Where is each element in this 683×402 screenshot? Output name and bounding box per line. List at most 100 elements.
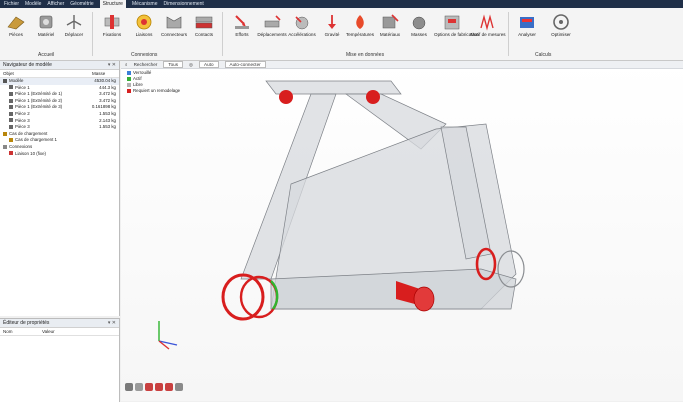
temperatures-label: Températures: [345, 32, 375, 37]
property-editor-header: Nom Valeur: [0, 328, 119, 336]
column-objet[interactable]: Objet: [0, 70, 89, 77]
connecteurs-label: Connecteurs: [160, 32, 188, 37]
view-cube-icon[interactable]: [175, 383, 183, 391]
tree-node-icon: [9, 118, 13, 123]
group-separator: [222, 12, 223, 56]
tree-node-icon: [3, 144, 7, 149]
deplacements-button[interactable]: Déplacements: [256, 8, 288, 37]
tree-row-label: Pièce 1: [15, 84, 30, 90]
menu-item-5[interactable]: Mécanisme: [132, 0, 158, 8]
ribbon: Pièces Matériel Déplacer Accueil Fixatio…: [0, 8, 683, 61]
model-browser-title-text: Navigateur de modèle: [3, 62, 52, 68]
liaisons-button[interactable]: Liaisons: [128, 8, 160, 37]
tree-row-mass: 3.472 kg: [99, 97, 116, 103]
tree-row-mass: 4530.04 kg: [94, 78, 116, 83]
materiaux-label: Matériaux: [379, 32, 401, 37]
tree-row[interactable]: Connexions: [0, 144, 119, 151]
group-accueil-label: Accueil: [38, 52, 55, 58]
liaisons-label: Liaisons: [135, 32, 153, 37]
tree-row-name: Connexions: [0, 144, 88, 151]
masses-button[interactable]: Masses: [403, 8, 435, 37]
tree-row[interactable]: Pièce 1 (Extrémité de 1) 3.472 kg: [0, 91, 119, 98]
section-icon[interactable]: [165, 383, 173, 391]
filter-dropdown[interactable]: Tous: [163, 61, 184, 68]
part-model[interactable]: [121, 69, 683, 401]
menu-item-1[interactable]: Modèle: [25, 0, 41, 8]
display-toggle-icon[interactable]: ◎: [189, 62, 193, 68]
temperature-icon: [350, 13, 370, 31]
tree-row[interactable]: Pièce 1 444.3 kg: [0, 85, 119, 92]
tree-row-mass: [88, 144, 119, 151]
zoom-fit-icon[interactable]: [155, 383, 163, 391]
group-calculs-label: Calculs: [535, 52, 552, 58]
tree-row[interactable]: Cas de chargement 1: [0, 137, 119, 144]
pan-icon[interactable]: [135, 383, 143, 391]
gravity-icon: [322, 13, 342, 31]
efforts-button[interactable]: Efforts: [226, 8, 258, 37]
tree-row-name: Cas de chargement: [0, 131, 88, 138]
tree-row-label: Pièce 1 (Extrémité de 2): [15, 97, 63, 103]
3d-viewport[interactable]: ⌕ Rechercher Tous ◎ Auto Auto-connecter …: [121, 61, 683, 401]
model-tree: Modèle 4530.04 kg Pièce 1 444.3 kg Pièce 1 (…: [0, 78, 119, 157]
panel-controls-icon[interactable]: ▾ ✕: [108, 319, 116, 327]
optimize-icon: [551, 13, 571, 31]
menu-item-4[interactable]: Structure: [99, 0, 126, 8]
materiaux-button[interactable]: Matériaux: [374, 8, 406, 37]
tree-node-icon: [9, 138, 13, 143]
rotate-icon[interactable]: [125, 383, 133, 391]
menu-item-0[interactable]: Fichier: [4, 0, 19, 8]
pieces-button[interactable]: Pièces: [0, 8, 32, 37]
masses-label: Masses: [411, 32, 427, 37]
manufacturing-icon: [442, 13, 462, 31]
fixations-button[interactable]: Fixations: [96, 8, 128, 37]
contacts-button[interactable]: Contacts: [188, 8, 220, 37]
tree-row[interactable]: Pièce 3 2.143 kg: [0, 118, 119, 125]
column-valeur[interactable]: Valeur: [39, 328, 55, 335]
deplacer-button[interactable]: Déplacer: [58, 8, 90, 37]
viewport-toolbar: ⌕ Rechercher Tous ◎ Auto Auto-connecter: [121, 61, 683, 69]
tree-row[interactable]: Pièce 1 (Extrémité de 3) 0.161898 kg: [0, 104, 119, 111]
tree-row-mass: 2.143 kg: [99, 117, 116, 123]
joint-icon: [134, 13, 154, 31]
tree-row[interactable]: Cas de chargement: [0, 131, 119, 138]
accelerations-button[interactable]: Accélérations: [286, 8, 318, 37]
connecteurs-button[interactable]: Connecteurs: [158, 8, 190, 37]
tree-row-name: Cas de chargement 1: [0, 137, 88, 144]
column-nom[interactable]: Nom: [0, 328, 39, 335]
property-editor-title: Éditeur de propriétés ▾ ✕: [0, 319, 119, 328]
tree-row-label: Pièce 1 (Extrémité de 3): [15, 104, 63, 110]
search-field[interactable]: Rechercher: [134, 62, 158, 67]
optimiser-button[interactable]: Optimiser: [545, 8, 577, 37]
menu-item-2[interactable]: Afficher: [47, 0, 64, 8]
options-fabrication-button[interactable]: Options de fabrication: [434, 8, 479, 37]
menu-item-6[interactable]: Dimensionnement: [164, 0, 204, 8]
view-tools: [125, 383, 183, 391]
accelerations-label: Accélérations: [288, 32, 316, 37]
temperatures-button[interactable]: Températures: [344, 8, 376, 37]
efforts-label: Efforts: [235, 32, 249, 37]
motif-mesures-label: Motif de mesures: [470, 32, 506, 37]
tree-row-label: Connexions: [9, 143, 33, 149]
tree-row[interactable]: Pièce 3 1.553 kg: [0, 124, 119, 131]
tree-row-label: Pièce 2: [15, 110, 30, 116]
motif-mesures-button[interactable]: Motif de mesures: [470, 8, 506, 37]
auto-dropdown[interactable]: Auto: [199, 61, 219, 68]
zoom-icon[interactable]: [145, 383, 153, 391]
menu-bar: Fichier Modèle Afficher Géométrie Structure M…: [0, 0, 683, 8]
search-icon[interactable]: ⌕: [125, 62, 128, 67]
axes-triad-icon: [158, 321, 178, 350]
tree-row[interactable]: Modèle 4530.04 kg: [0, 78, 119, 85]
tree-row-mass: 0.161898 kg: [91, 104, 116, 110]
contact-icon: [194, 13, 214, 31]
tree-row[interactable]: Liaison 10 (fixe): [0, 151, 119, 158]
model-browser-panel: Navigateur de modèle ▾ ✕ Objet Masse Mod…: [0, 61, 120, 316]
menu-item-3[interactable]: Géométrie: [70, 0, 93, 8]
column-masse[interactable]: Masse: [89, 70, 105, 77]
tree-row[interactable]: Pièce 1 (Extrémité de 2) 3.472 kg: [0, 98, 119, 105]
tree-row-label: Pièce 3: [15, 124, 30, 130]
analyser-button[interactable]: Analyser: [511, 8, 543, 37]
panel-controls-icon[interactable]: ▾ ✕: [108, 61, 116, 69]
tree-row[interactable]: Pièce 2 1.553 kg: [0, 111, 119, 118]
auto-connect-button[interactable]: Auto-connecter: [224, 61, 266, 68]
tree-row-mass: 444.3 kg: [99, 84, 116, 90]
